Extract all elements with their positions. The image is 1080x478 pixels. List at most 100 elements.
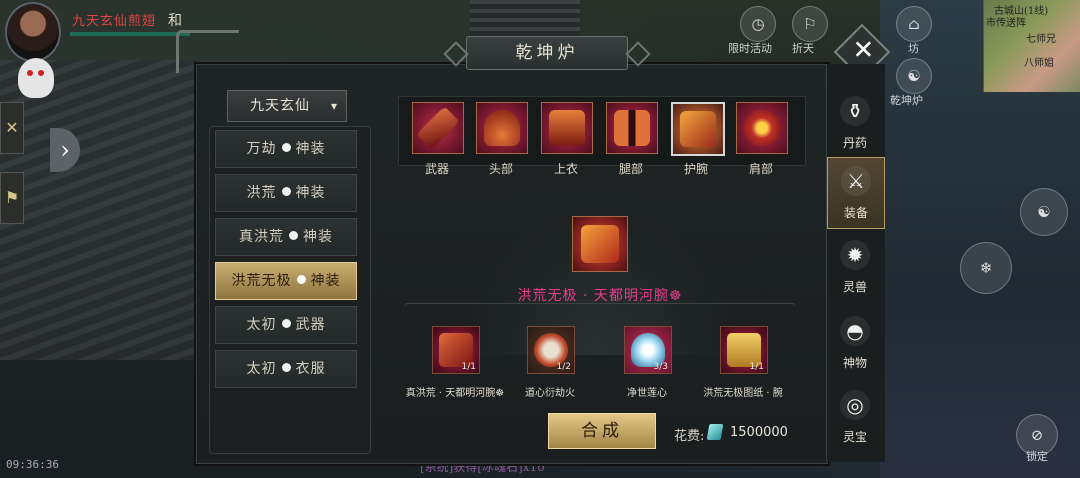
category-item-active[interactable]: 洪荒无极 神装 xyxy=(215,262,357,300)
minimap-label: 八师姐 xyxy=(1024,58,1054,69)
result-item-name: 洪荒无极 · 天都明河腕☸ xyxy=(440,285,760,305)
slot-label: 护腕 xyxy=(683,162,708,176)
category-suffix: 神装 xyxy=(310,273,341,289)
material-slot[interactable]: 1/1 xyxy=(720,326,768,374)
roof-tiles xyxy=(0,60,200,360)
slot-bracer-selected[interactable] xyxy=(671,102,725,156)
minimap-label: 七师兄 xyxy=(1026,34,1056,45)
category-item[interactable]: 真洪荒 神装 xyxy=(215,218,357,256)
banner-icon[interactable]: ⚐ xyxy=(792,6,828,42)
top-icon-label: 限时活动 xyxy=(728,42,772,55)
slot-top[interactable] xyxy=(541,102,593,154)
furnace-icon[interactable]: ☯ xyxy=(896,58,932,94)
top-icon-label: 折天 xyxy=(792,42,814,55)
blades-icon: ⚔ xyxy=(841,166,871,196)
tab-label: 灵兽 xyxy=(842,280,867,294)
dot-icon xyxy=(281,143,291,152)
material-count: 3/3 xyxy=(653,362,668,372)
minimap-label: 市传送阵 xyxy=(986,18,1026,29)
category-item[interactable]: 万劫 神装 xyxy=(215,130,357,168)
lock-label: 锁定 xyxy=(1026,450,1048,463)
slot-head[interactable] xyxy=(476,102,528,154)
material-slot[interactable]: 3/3 xyxy=(624,326,672,374)
cost-value: 1500000 xyxy=(730,425,788,440)
divider xyxy=(404,303,796,318)
material-slot[interactable]: 1/2 xyxy=(527,326,575,374)
dot-icon xyxy=(281,363,291,372)
bracer-icon xyxy=(680,111,716,147)
tab-divine-item[interactable]: ◓ 神物 xyxy=(827,308,883,378)
leggings-icon xyxy=(614,110,650,146)
shop-icon[interactable]: ⌂ xyxy=(896,6,932,42)
clock-icon[interactable]: ◷ xyxy=(740,6,776,42)
slot-label: 腿部 xyxy=(618,162,643,176)
tab-label: 灵宝 xyxy=(842,430,867,444)
dot-icon xyxy=(281,319,291,328)
sword-icon xyxy=(416,106,460,150)
armor-icon xyxy=(549,110,585,146)
player-hp-bar xyxy=(70,32,190,36)
top-icon-label: 坊 xyxy=(908,42,919,55)
tab-label: 神物 xyxy=(842,356,867,370)
result-item-slot[interactable] xyxy=(572,216,628,272)
dot-icon xyxy=(289,231,298,240)
category-suffix: 神装 xyxy=(295,141,326,157)
category-item[interactable]: 洪荒 神装 xyxy=(215,174,357,212)
slot-label: 上衣 xyxy=(553,162,578,176)
ghost-pet-icon[interactable] xyxy=(18,58,54,98)
player-avatar[interactable] xyxy=(5,2,61,62)
tab-equipment[interactable]: ⚔ 装备 xyxy=(827,157,885,229)
category-item[interactable]: 太初 武器 xyxy=(215,306,357,344)
stone-stairs xyxy=(470,0,580,40)
category-prefix: 太初 xyxy=(246,361,277,377)
category-prefix: 真洪荒 xyxy=(239,229,284,245)
skill-taiji-icon[interactable]: ☯ xyxy=(1020,188,1068,236)
minimap[interactable]: 古城山(1线) 市传送阵 七师兄 八师姐 xyxy=(983,0,1080,92)
tab-spirit-treasure[interactable]: ◎ 灵宝 xyxy=(827,382,883,452)
side-tool-button[interactable]: ✕ xyxy=(0,102,24,154)
dot-icon xyxy=(296,275,306,284)
side-flag-button[interactable]: ⚑ xyxy=(0,172,24,224)
pill-bowl-icon: ⚱ xyxy=(840,96,870,126)
slot-legs[interactable] xyxy=(606,102,658,154)
material-count: 1/1 xyxy=(461,362,476,372)
bracer-icon xyxy=(581,225,619,263)
status-time: 09:36:36 xyxy=(6,458,59,471)
slot-weapon[interactable] xyxy=(412,102,464,154)
tier-dropdown[interactable]: 九天玄仙 ▾ xyxy=(227,90,347,122)
category-prefix: 万劫 xyxy=(246,141,277,157)
material-count: 1/1 xyxy=(749,362,764,372)
chevron-down-icon: ▾ xyxy=(330,99,338,113)
slot-shoulder[interactable] xyxy=(736,102,788,154)
shoulder-icon xyxy=(744,110,780,146)
tab-pills[interactable]: ⚱ 丹药 xyxy=(827,88,883,158)
category-prefix: 洪荒无极 xyxy=(231,273,292,289)
top-icon-label: 乾坤炉 xyxy=(890,94,923,107)
helmet-icon xyxy=(484,110,520,146)
close-icon: ✕ xyxy=(852,35,875,66)
panel-title: 乾坤炉 xyxy=(466,36,628,70)
skill-ice-icon[interactable]: ❄ xyxy=(960,242,1012,294)
tab-label: 丹药 xyxy=(842,136,867,150)
cost-label: 花费: xyxy=(674,429,705,444)
material-label: 洪荒无极图纸 · 腕 xyxy=(703,388,783,399)
result-item-title: 洪荒无极 · 天都明河腕 xyxy=(517,288,669,304)
category-prefix: 洪荒 xyxy=(246,185,277,201)
paw-icon: ✹ xyxy=(840,240,870,270)
slot-label: 头部 xyxy=(488,162,513,176)
craft-button[interactable]: 合成 xyxy=(548,413,656,449)
jade-currency-icon xyxy=(706,424,724,440)
fan-icon: ◓ xyxy=(840,316,870,346)
player-name-suffix: 和 xyxy=(168,13,182,29)
category-item[interactable]: 太初 衣服 xyxy=(215,350,357,388)
swirl-icon: ◎ xyxy=(840,390,870,420)
category-suffix: 神装 xyxy=(303,229,333,245)
category-prefix: 太初 xyxy=(246,317,277,333)
tab-spirit-beast[interactable]: ✹ 灵兽 xyxy=(827,232,883,302)
tier-dropdown-value: 九天玄仙 xyxy=(250,98,310,114)
tab-label: 装备 xyxy=(843,206,868,220)
slot-label: 肩部 xyxy=(748,162,773,176)
player-name: 九天玄仙煎翅 xyxy=(72,14,157,29)
wheel-icon: ☸ xyxy=(668,288,683,304)
material-slot[interactable]: 1/1 xyxy=(432,326,480,374)
